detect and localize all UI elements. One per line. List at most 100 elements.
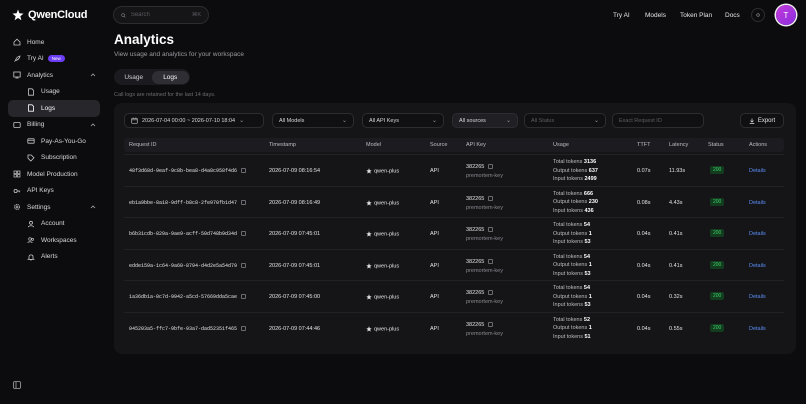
table-row[interactable]: 48f3d68d-9eaf-9c8b-bea8-d4a8c958f4d6 2026… [124, 154, 784, 186]
tab-usage[interactable]: Usage [116, 71, 153, 84]
api-key-cell: 382265 premortem-key [466, 163, 503, 181]
qwen-model-icon [366, 231, 372, 237]
sidebar-item-subscription[interactable]: Subscription [8, 150, 100, 167]
status-badge: 200 [710, 166, 725, 174]
request-id-input[interactable]: Exact Request ID [612, 113, 704, 128]
status-cell: 200 [710, 292, 725, 300]
table-row[interactable]: eb1a9bbe-8a18-9dff-b8c8-2fe970fb1d47 2026… [124, 185, 784, 218]
output-tokens-value: 1 [588, 325, 592, 331]
status-select[interactable]: All Status ⌄ [524, 113, 606, 128]
theme-toggle-button[interactable] [751, 8, 765, 22]
copy-icon[interactable] [241, 168, 246, 174]
copy-icon[interactable] [488, 258, 493, 264]
details-link[interactable]: Details [749, 168, 766, 174]
page-title: Analytics [114, 32, 175, 47]
download-icon [749, 118, 755, 124]
topnav-try-ai[interactable]: Try AI [613, 12, 630, 19]
copy-icon[interactable] [488, 227, 493, 233]
qwen-model-icon [366, 168, 372, 174]
total-tokens-label: Total tokens [553, 253, 583, 260]
sidebar-item-billing[interactable]: Billing [8, 117, 100, 134]
sidebar-item-logs[interactable]: Logs [8, 100, 100, 117]
total-tokens-label: Total tokens [553, 316, 583, 323]
ttft-cell: 0.04s [637, 262, 651, 269]
ttft-cell: 0.04s [637, 325, 651, 332]
brand-logo[interactable]: QwenCloud [12, 9, 88, 21]
api-key-cell: 382265 premortem-key [466, 258, 503, 276]
sidebar-item-settings[interactable]: Settings [8, 199, 100, 216]
sources-select[interactable]: All sources ⌄ [452, 113, 518, 128]
sidebar-item-label: Model Production [27, 170, 78, 178]
copy-icon[interactable] [241, 231, 246, 237]
table-row[interactable]: edde159a-1c64-9a60-8794-d4d2e5a54d79 2026… [124, 248, 784, 281]
avatar[interactable]: T [776, 5, 796, 25]
api-key-cell: 382265 premortem-key [466, 289, 503, 307]
copy-icon[interactable] [488, 321, 493, 327]
details-link[interactable]: Details [749, 231, 766, 237]
topnav-token-plan[interactable]: Token Plan [680, 12, 712, 19]
details-link[interactable]: Details [749, 294, 766, 300]
col-model: Model [366, 142, 381, 148]
topnav-docs[interactable]: Docs [725, 12, 740, 19]
ttft-cell: 0.07s [637, 168, 651, 174]
timestamp-cell: 2026-07-09 07:45:01 [269, 231, 321, 237]
source-cell: API [430, 262, 439, 269]
input-tokens: Input tokens 53 [553, 238, 592, 247]
copy-icon[interactable] [241, 325, 246, 331]
latency-cell: 0.41s [669, 231, 683, 237]
sidebar-item-label: Account [41, 220, 65, 228]
chevron-up-icon [90, 122, 96, 126]
sidebar-item-alerts[interactable]: Alerts [8, 249, 100, 266]
copy-icon[interactable] [241, 199, 246, 205]
table-row[interactable]: 045203a5-ffc7-9bfe-93a7-dad52351f465 2026… [124, 311, 784, 344]
sidebar-item-pay-as-you-go[interactable]: Pay-As-You-Go [8, 133, 100, 150]
sidebar-item-try-ai[interactable]: Try AI New [8, 51, 100, 68]
input-tokens-value: 53 [584, 270, 591, 277]
sidebar-item-workspaces[interactable]: Workspaces [8, 232, 100, 249]
chevron-down-icon: ⌄ [431, 118, 437, 124]
status-cell: 200 [710, 229, 725, 237]
copy-icon[interactable] [241, 294, 246, 300]
details-link[interactable]: Details [749, 200, 766, 206]
input-tokens: Input tokens 53 [553, 270, 592, 279]
sidebar-item-account[interactable]: Account [8, 216, 100, 233]
output-tokens-label: Output tokens [553, 293, 588, 300]
topnav-models[interactable]: Models [645, 12, 666, 19]
document-icon [27, 88, 35, 96]
copy-icon[interactable] [241, 262, 246, 268]
chevron-down-icon: ⌄ [593, 118, 599, 124]
api-keys-select[interactable]: All API Keys ⌄ [362, 113, 444, 128]
table-row[interactable]: 1a36db1a-8c7d-9942-a5cd-57669dda5cae 2026… [124, 280, 784, 312]
wallet-icon [13, 121, 21, 129]
search-box[interactable]: ⌘K [113, 6, 209, 24]
search-input[interactable] [130, 12, 187, 18]
copy-icon[interactable] [488, 164, 493, 170]
tab-logs[interactable]: Logs [152, 70, 189, 84]
date-range-picker[interactable]: 2026-07-04 00:00 ~ 2026-07-10 18:04 ⌄ [124, 113, 264, 128]
input-tokens-label: Input tokens [553, 302, 583, 308]
details-link[interactable]: Details [749, 326, 766, 332]
sidebar-item-api-keys[interactable]: API Keys [8, 183, 100, 200]
export-button[interactable]: Export [740, 113, 784, 128]
sidebar-item-usage[interactable]: Usage [8, 84, 100, 101]
sidebar-item-model-production[interactable]: Model Production [8, 166, 100, 183]
ttft-cell: 0.08s [637, 199, 651, 206]
latency-cell: 4.43s [669, 199, 683, 206]
table-row[interactable]: b6b31cdb-829a-9ae9-acff-50d748b9d34d 2026… [124, 217, 784, 249]
sidebar-item-analytics[interactable]: Analytics [8, 67, 100, 84]
details-link[interactable]: Details [749, 263, 766, 269]
collapse-sidebar-icon[interactable] [13, 381, 21, 389]
users-icon [27, 236, 35, 244]
models-select[interactable]: All Models ⌄ [272, 113, 354, 128]
sidebar-item-label: Pay-As-You-Go [41, 137, 86, 145]
model-name: qwen-plus [374, 231, 400, 238]
source-cell: API [430, 294, 439, 300]
sidebar-item-home[interactable]: Home [8, 34, 100, 51]
copy-icon[interactable] [488, 290, 493, 296]
timestamp-cell: 2026-07-09 08:16:54 [269, 168, 321, 174]
copy-icon[interactable] [488, 195, 493, 201]
retention-note: Call logs are retained for the last 14 d… [114, 92, 216, 98]
api-key-id: 382265 [466, 258, 485, 265]
sidebar-item-label: Logs [41, 104, 56, 112]
input-tokens: Input tokens 53 [553, 301, 592, 310]
